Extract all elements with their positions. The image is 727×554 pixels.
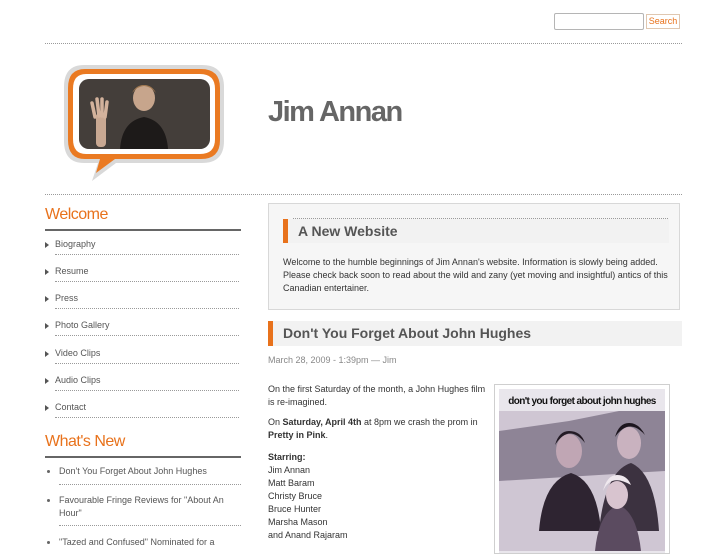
- item-divider: [59, 484, 241, 485]
- post-title[interactable]: A New Website: [298, 223, 398, 239]
- poster-artwork: don't you forget about john hughes: [499, 389, 665, 553]
- post-new-website: A New Website Welcome to the humble begi…: [268, 203, 680, 310]
- search-input[interactable]: [554, 13, 644, 30]
- triangle-right-icon: [45, 296, 49, 302]
- post-title[interactable]: Don't You Forget About John Hughes: [283, 325, 531, 341]
- sidebar-item-video-clips[interactable]: Video Clips: [45, 342, 239, 369]
- cast-list: Starring: Jim Annan Matt Baram Christy B…: [268, 451, 486, 542]
- event-poster-image[interactable]: don't you forget about john hughes: [494, 384, 670, 554]
- item-divider: [59, 525, 241, 526]
- header-divider: [45, 43, 682, 44]
- speech-bubble-logo: [64, 65, 224, 181]
- cast-member: Marsha Mason: [268, 517, 328, 527]
- title-accent: [268, 321, 273, 346]
- triangle-right-icon: [45, 351, 49, 357]
- sidebar-item-label: Video Clips: [55, 348, 101, 358]
- post-title-bar: A New Website: [283, 219, 669, 243]
- triangle-right-icon: [45, 242, 49, 248]
- poster-photo: [499, 411, 665, 551]
- bullet-icon: [47, 470, 50, 473]
- news-item[interactable]: Favourable Fringe Reviews for "About An …: [45, 494, 241, 528]
- post-paragraph: On the first Saturday of the month, a Jo…: [268, 384, 486, 407]
- bullet-icon: [47, 541, 50, 544]
- triangle-right-icon: [45, 269, 49, 275]
- triangle-right-icon: [45, 378, 49, 384]
- news-item[interactable]: "Tazed and Confused" Nominated for a: [45, 536, 241, 548]
- item-divider: [55, 335, 239, 336]
- item-divider: [55, 390, 239, 391]
- poster-title: don't you forget about john hughes: [508, 396, 656, 407]
- triangle-right-icon: [45, 323, 49, 329]
- item-divider: [55, 254, 239, 255]
- text-fragment: at 8pm we crash the prom in: [361, 417, 478, 427]
- cast-member: and Anand Rajaram: [268, 530, 348, 540]
- sidebar-heading-rule: [45, 229, 241, 231]
- sidebar-item-label: Biography: [55, 239, 96, 249]
- title-accent: [283, 219, 288, 243]
- sidebar-news-heading: What's New: [45, 433, 125, 450]
- sidebar-welcome-heading: Welcome: [45, 206, 108, 223]
- cast-member: Christy Bruce: [268, 491, 323, 501]
- post-body: Welcome to the humble beginnings of Jim …: [283, 257, 668, 293]
- sidebar-item-label: Photo Gallery: [55, 320, 110, 330]
- post-meta: March 28, 2009 - 1:39pm — Jim: [268, 355, 397, 365]
- starring-label: Starring:: [268, 452, 306, 462]
- sidebar-item-label: Resume: [55, 266, 89, 276]
- bullet-icon: [47, 499, 50, 502]
- item-divider: [55, 363, 239, 364]
- news-item[interactable]: Don't You Forget About John Hughes: [45, 465, 241, 487]
- text-fragment: On: [268, 417, 283, 427]
- cast-member: Jim Annan: [268, 465, 311, 475]
- event-date: Saturday, April 4th: [282, 417, 362, 427]
- sidebar-item-label: Contact: [55, 402, 87, 412]
- sidebar-item-biography[interactable]: Biography: [45, 233, 239, 260]
- text-fragment: .: [325, 430, 329, 440]
- item-divider: [55, 281, 239, 282]
- logo-photo-bubble[interactable]: [62, 63, 228, 183]
- item-divider: [55, 417, 239, 418]
- item-divider: [55, 308, 239, 309]
- sidebar-item-photo-gallery[interactable]: Photo Gallery: [45, 314, 239, 341]
- sidebar-item-press[interactable]: Press: [45, 287, 239, 314]
- post-title-bar: Don't You Forget About John Hughes: [268, 321, 682, 346]
- news-item-label: "Tazed and Confused" Nominated for a: [59, 537, 215, 547]
- sidebar-heading-rule: [45, 456, 241, 458]
- section-divider: [45, 194, 682, 195]
- search-button[interactable]: Search: [646, 14, 680, 29]
- triangle-right-icon: [45, 405, 49, 411]
- sidebar-item-contact[interactable]: Contact: [45, 396, 239, 423]
- sidebar-item-resume[interactable]: Resume: [45, 260, 239, 287]
- film-title: Pretty in Pink: [268, 430, 326, 440]
- post-paragraph: On Saturday, April 4th at 8pm we crash t…: [268, 416, 486, 442]
- cast-member: Bruce Hunter: [268, 504, 322, 514]
- news-item-label: Don't You Forget About John Hughes: [59, 466, 207, 476]
- site-title[interactable]: Jim Annan: [268, 96, 403, 129]
- sidebar-item-label: Press: [55, 293, 79, 303]
- cast-member: Matt Baram: [268, 478, 315, 488]
- news-item-label: Favourable Fringe Reviews for "About An …: [59, 495, 224, 518]
- sidebar-item-label: Audio Clips: [55, 375, 101, 385]
- sidebar-item-audio-clips[interactable]: Audio Clips: [45, 369, 239, 396]
